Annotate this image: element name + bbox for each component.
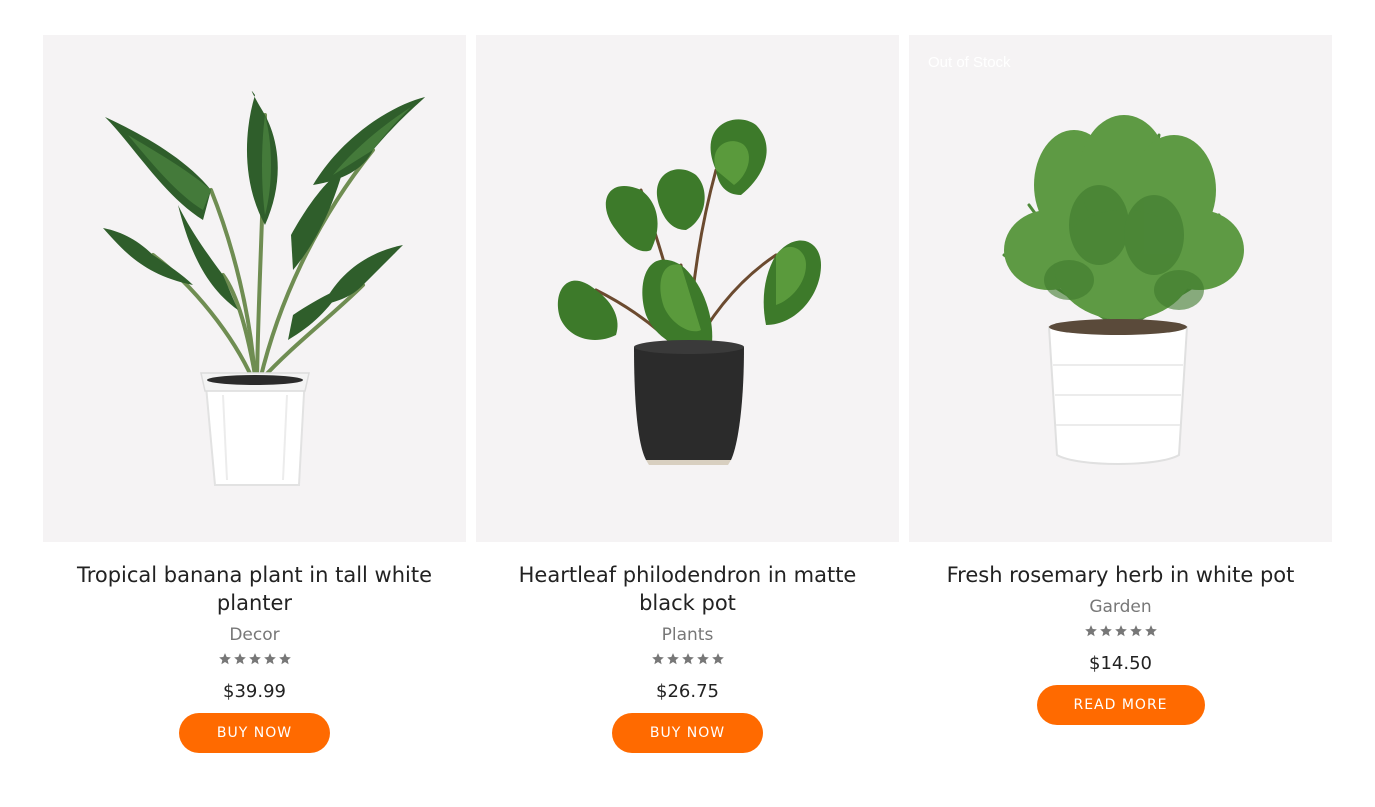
- rating-stars: [218, 652, 292, 668]
- star-icon: [1144, 625, 1157, 637]
- product-title[interactable]: Heartleaf philodendron in matte black po…: [493, 561, 883, 617]
- star-icon: [1084, 625, 1097, 637]
- product-category[interactable]: Plants: [662, 624, 714, 646]
- star-icon: [696, 653, 709, 665]
- star-icon: [1099, 625, 1112, 637]
- star-icon: [651, 653, 664, 665]
- star-icon: [233, 653, 246, 665]
- rosemary-illustration: [1002, 115, 1244, 465]
- star-icon: [711, 653, 724, 665]
- product-grid: Tropical banana plant in tall white plan…: [43, 35, 1332, 753]
- product-card: Tropical banana plant in tall white plan…: [43, 35, 466, 753]
- product-image-banana-plant[interactable]: [43, 35, 466, 542]
- buy-now-button[interactable]: BUY NOW: [612, 713, 763, 753]
- star-icon: [1114, 625, 1127, 637]
- product-price: $14.50: [1089, 653, 1152, 674]
- product-price: $26.75: [656, 681, 719, 702]
- product-category[interactable]: Decor: [229, 624, 279, 646]
- buy-now-button[interactable]: BUY NOW: [179, 713, 330, 753]
- star-icon: [248, 653, 261, 665]
- star-icon: [1129, 625, 1142, 637]
- product-image-philodendron[interactable]: [476, 35, 899, 542]
- star-icon: [681, 653, 694, 665]
- product-title[interactable]: Fresh rosemary herb in white pot: [926, 561, 1316, 589]
- product-image-rosemary[interactable]: Out of Stock: [909, 35, 1332, 542]
- product-title[interactable]: Tropical banana plant in tall white plan…: [60, 561, 450, 617]
- philodendron-illustration: [557, 119, 821, 465]
- product-price: $39.99: [223, 681, 286, 702]
- read-more-button[interactable]: READ MORE: [1036, 685, 1205, 725]
- product-card: Out of Stock Fresh rosemary herb in whit…: [909, 35, 1332, 753]
- star-icon: [666, 653, 679, 665]
- banana-plant-illustration: [103, 91, 425, 486]
- star-icon: [278, 653, 291, 665]
- rating-stars: [1084, 624, 1158, 640]
- product-category[interactable]: Garden: [1089, 596, 1151, 618]
- rating-stars: [651, 652, 725, 668]
- star-icon: [263, 653, 276, 665]
- product-card: Heartleaf philodendron in matte black po…: [476, 35, 899, 753]
- star-icon: [218, 653, 231, 665]
